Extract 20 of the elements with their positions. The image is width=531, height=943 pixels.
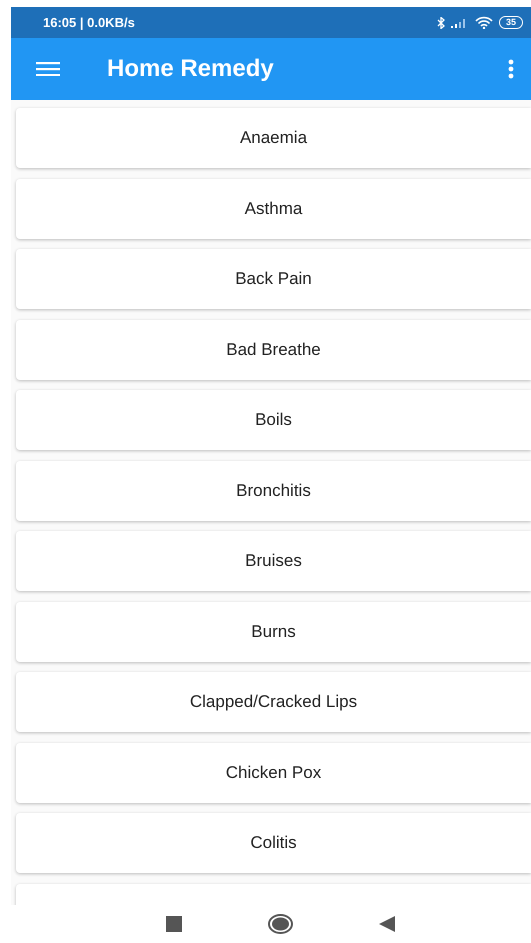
remedy-card[interactable]: Bronchitis	[16, 460, 531, 520]
bluetooth-icon	[436, 16, 445, 28]
back-nav-icon[interactable]	[379, 916, 395, 932]
remedy-card[interactable]: Burns	[16, 602, 531, 662]
battery-icon: 35	[498, 16, 523, 29]
app-title: Home Remedy	[107, 54, 275, 84]
remedy-card[interactable]: Anaemia	[16, 108, 531, 168]
wifi-icon	[474, 16, 493, 29]
menu-icon[interactable]	[36, 62, 60, 76]
remedy-card[interactable]: Colitis	[16, 813, 531, 873]
remedy-card[interactable]: Asthma	[16, 178, 531, 238]
home-nav-icon[interactable]	[268, 914, 293, 934]
status-text: 16:05 | 0.0KB/s	[43, 14, 135, 32]
remedy-card[interactable]: Bad Breathe	[16, 320, 531, 380]
remedy-card[interactable]: Chicken Pox	[16, 742, 531, 802]
remedy-card[interactable]: Bruises	[16, 531, 531, 591]
remedy-card[interactable]: Back Pain	[16, 249, 531, 309]
remedy-card[interactable]: Boils	[16, 390, 531, 450]
remedy-card[interactable]: Clapped/Cracked Lips	[16, 672, 531, 732]
more-options-icon[interactable]	[508, 59, 514, 79]
